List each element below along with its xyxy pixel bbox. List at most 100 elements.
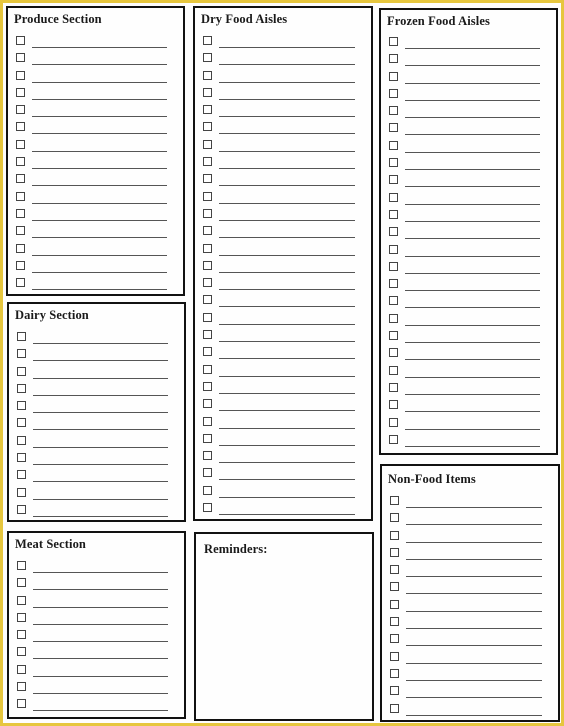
- checkbox[interactable]: [389, 209, 398, 219]
- write-in-line[interactable]: [219, 202, 355, 204]
- checkbox[interactable]: [16, 53, 25, 63]
- write-in-line[interactable]: [405, 445, 540, 447]
- checkbox[interactable]: [16, 122, 25, 132]
- write-in-line[interactable]: [406, 593, 542, 595]
- checkbox[interactable]: [390, 617, 399, 627]
- write-in-line[interactable]: [33, 675, 168, 677]
- checkbox[interactable]: [17, 418, 26, 428]
- write-in-line[interactable]: [32, 81, 167, 83]
- checkbox[interactable]: [17, 453, 26, 463]
- write-in-line[interactable]: [405, 134, 540, 136]
- write-in-line[interactable]: [33, 377, 168, 379]
- write-in-line[interactable]: [219, 358, 355, 360]
- checkbox[interactable]: [203, 243, 212, 253]
- checkbox[interactable]: [389, 279, 398, 289]
- write-in-line[interactable]: [219, 444, 355, 446]
- checkbox[interactable]: [203, 347, 212, 357]
- checkbox[interactable]: [203, 191, 212, 201]
- write-in-line[interactable]: [33, 515, 168, 517]
- write-in-line[interactable]: [406, 697, 542, 699]
- write-in-line[interactable]: [32, 64, 167, 66]
- checkbox[interactable]: [16, 260, 25, 270]
- write-in-line[interactable]: [33, 446, 168, 448]
- write-in-line[interactable]: [219, 185, 355, 187]
- write-in-line[interactable]: [219, 496, 355, 498]
- checkbox[interactable]: [16, 278, 25, 288]
- checkbox[interactable]: [17, 470, 26, 480]
- checkbox[interactable]: [17, 699, 26, 709]
- write-in-line[interactable]: [406, 524, 542, 526]
- write-in-line[interactable]: [33, 572, 168, 573]
- checkbox[interactable]: [17, 401, 26, 411]
- checkbox[interactable]: [389, 261, 398, 271]
- checkbox[interactable]: [17, 578, 26, 588]
- checkbox[interactable]: [17, 366, 26, 376]
- write-in-line[interactable]: [219, 98, 355, 100]
- checkbox[interactable]: [17, 332, 26, 341]
- checkbox[interactable]: [16, 70, 25, 80]
- write-in-line[interactable]: [406, 610, 542, 612]
- checkbox[interactable]: [203, 295, 212, 305]
- checkbox[interactable]: [390, 668, 399, 678]
- checkbox[interactable]: [203, 87, 212, 97]
- write-in-line[interactable]: [406, 541, 542, 543]
- checkbox[interactable]: [16, 243, 25, 253]
- checkbox[interactable]: [203, 468, 212, 478]
- checkbox[interactable]: [389, 158, 398, 168]
- checkbox[interactable]: [17, 664, 26, 674]
- write-in-line[interactable]: [405, 151, 540, 153]
- write-in-line[interactable]: [405, 307, 540, 309]
- write-in-line[interactable]: [33, 641, 168, 643]
- checkbox[interactable]: [390, 634, 399, 644]
- checkbox[interactable]: [203, 226, 212, 236]
- write-in-line[interactable]: [219, 150, 355, 152]
- write-in-line[interactable]: [219, 271, 355, 273]
- checkbox[interactable]: [389, 434, 398, 444]
- write-in-line[interactable]: [219, 392, 355, 394]
- write-in-line[interactable]: [405, 238, 540, 240]
- write-in-line[interactable]: [405, 255, 540, 257]
- write-in-line[interactable]: [32, 47, 167, 48]
- write-in-line[interactable]: [405, 186, 540, 188]
- checkbox[interactable]: [390, 651, 399, 661]
- write-in-line[interactable]: [406, 679, 542, 681]
- checkbox[interactable]: [17, 487, 26, 497]
- write-in-line[interactable]: [32, 237, 167, 239]
- write-in-line[interactable]: [32, 271, 167, 273]
- checkbox[interactable]: [17, 630, 26, 640]
- checkbox[interactable]: [389, 417, 398, 427]
- write-in-line[interactable]: [219, 47, 355, 48]
- write-in-line[interactable]: [405, 290, 540, 292]
- checkbox[interactable]: [203, 503, 212, 513]
- write-in-line[interactable]: [33, 606, 168, 608]
- checkbox[interactable]: [203, 157, 212, 167]
- write-in-line[interactable]: [405, 428, 540, 430]
- write-in-line[interactable]: [405, 411, 540, 413]
- write-in-line[interactable]: [219, 64, 355, 66]
- write-in-line[interactable]: [405, 82, 540, 84]
- write-in-line[interactable]: [405, 48, 540, 49]
- checkbox[interactable]: [16, 87, 25, 97]
- write-in-line[interactable]: [406, 662, 542, 664]
- write-in-line[interactable]: [405, 359, 540, 361]
- write-in-line[interactable]: [405, 272, 540, 274]
- checkbox[interactable]: [390, 547, 399, 557]
- write-in-line[interactable]: [405, 220, 540, 222]
- write-in-line[interactable]: [32, 202, 167, 204]
- checkbox[interactable]: [203, 416, 212, 426]
- write-in-line[interactable]: [33, 429, 168, 431]
- write-in-line[interactable]: [406, 507, 542, 508]
- checkbox[interactable]: [389, 123, 398, 133]
- checkbox[interactable]: [389, 296, 398, 306]
- write-in-line[interactable]: [406, 558, 542, 560]
- checkbox[interactable]: [203, 381, 212, 391]
- checkbox[interactable]: [389, 175, 398, 185]
- checkbox[interactable]: [203, 70, 212, 80]
- write-in-line[interactable]: [33, 589, 168, 591]
- checkbox[interactable]: [390, 513, 399, 523]
- write-in-line[interactable]: [32, 116, 167, 118]
- write-in-line[interactable]: [219, 375, 355, 377]
- checkbox[interactable]: [389, 382, 398, 392]
- checkbox[interactable]: [203, 278, 212, 288]
- checkbox[interactable]: [203, 260, 212, 270]
